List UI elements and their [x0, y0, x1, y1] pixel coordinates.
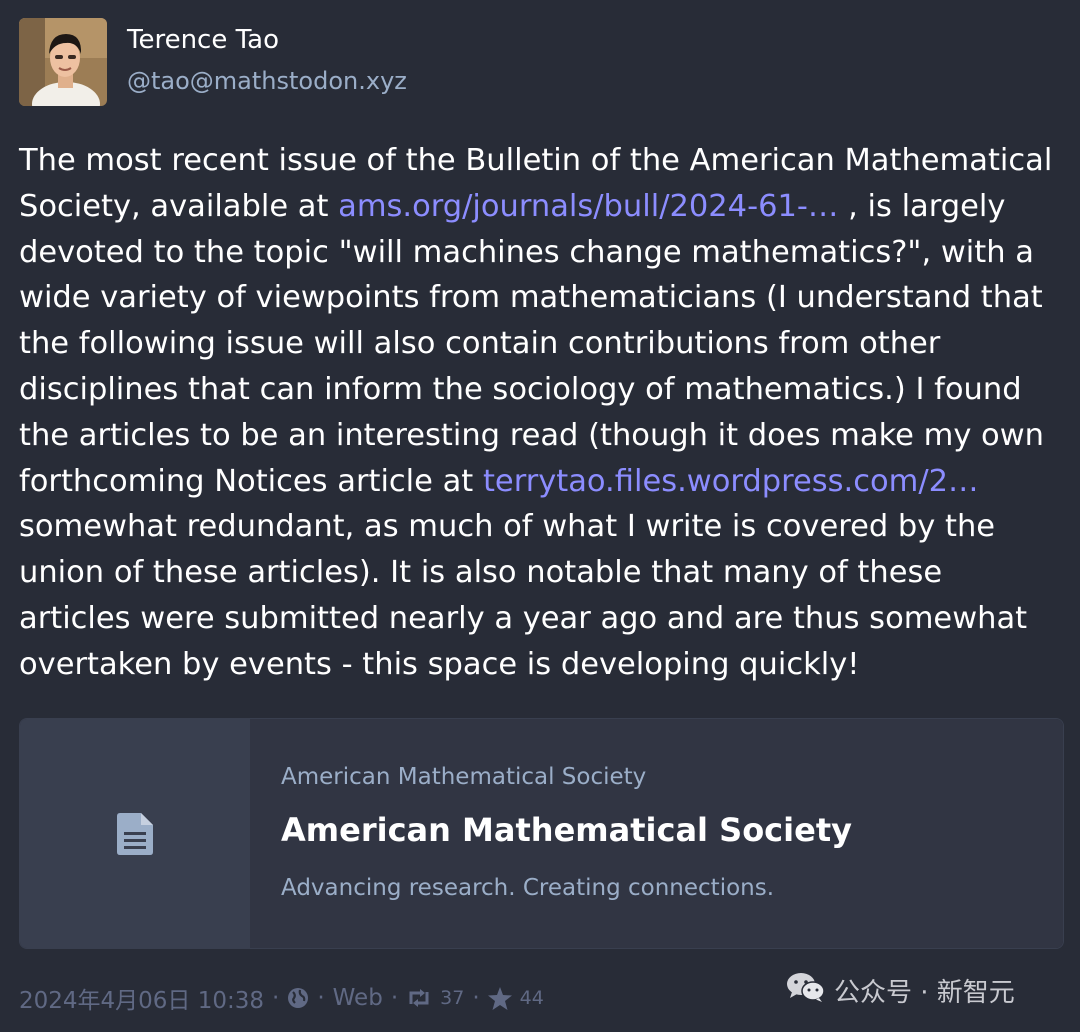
post-line: somewhat redundant, as much of what I wr… — [19, 504, 1064, 550]
post-line: overtaken by events - this space is deve… — [19, 642, 1064, 688]
card-body: American Mathematical Society American M… — [250, 719, 1063, 948]
wechat-icon — [786, 971, 826, 1010]
post-content: The most recent issue of the Bulletin of… — [19, 138, 1064, 688]
meta-separator: · — [472, 985, 480, 1011]
post-text: disciplines that can inform the sociolog… — [19, 371, 1022, 407]
post-line: devoted to the topic "will machines chan… — [19, 230, 1064, 276]
post-link[interactable]: ams.org/journals/bull/2024-61-… — [338, 189, 838, 224]
card-description: Advancing research. Creating connections… — [281, 875, 775, 901]
status-post: Terence Tao @tao@mathstodon.xyz The most… — [0, 0, 1080, 1032]
application-name: Web — [332, 985, 383, 1011]
timestamp[interactable]: 2024年4月06日 10:38 — [19, 981, 264, 1015]
post-text: The most recent issue of the Bulletin of… — [19, 143, 1053, 178]
post-text: overtaken by events - this space is deve… — [19, 646, 860, 682]
post-text: Society, available at — [19, 188, 339, 224]
post-text: the articles to be an interesting read (… — [19, 417, 1044, 453]
post-line: articles were submitted nearly a year ag… — [19, 596, 1064, 642]
post-text: wide variety of viewpoints from mathemat… — [19, 280, 1043, 316]
link-preview-card[interactable]: American Mathematical Society American M… — [19, 718, 1064, 949]
file-text-icon — [117, 812, 153, 855]
post-text: union of these articles). It is also not… — [19, 555, 943, 591]
watermark: 公众号 · 新智元 — [786, 968, 1015, 1012]
meta-separator: · — [317, 985, 325, 1011]
reblog-icon[interactable] — [406, 988, 432, 1008]
post-line: wide variety of viewpoints from mathemat… — [19, 275, 1064, 321]
post-text: forthcoming Notices article at — [19, 463, 483, 499]
meta-separator: · — [390, 985, 399, 1011]
meta-separator: · — [272, 985, 280, 1011]
avatar[interactable] — [19, 18, 107, 106]
post-text: devoted to the topic "will machines chan… — [19, 234, 1034, 270]
globe-icon — [287, 987, 309, 1009]
card-thumbnail — [20, 719, 250, 948]
display-name[interactable]: Terence Tao — [127, 24, 279, 56]
post-line: union of these articles). It is also not… — [19, 550, 1064, 596]
post-link[interactable]: terrytao.files.wordpress.com/2… — [483, 464, 979, 499]
reblog-count: 37 — [440, 987, 465, 1009]
card-title: American Mathematical Society — [281, 811, 852, 849]
favourite-count: 44 — [519, 987, 544, 1009]
post-line: forthcoming Notices article at terrytao.… — [19, 459, 1064, 505]
star-icon[interactable] — [487, 986, 512, 1010]
post-line: the articles to be an interesting read (… — [19, 413, 1064, 459]
post-text: articles were submitted nearly a year ag… — [19, 600, 1028, 636]
post-text: somewhat redundant, as much of what I wr… — [19, 509, 996, 545]
post-line: the following issue will also contain co… — [19, 321, 1064, 367]
card-provider: American Mathematical Society — [281, 764, 647, 790]
watermark-text: 公众号 · 新智元 — [834, 977, 1015, 1008]
post-text: , is largely — [838, 188, 1006, 224]
status-meta: 2024年4月06日 10:38 · · Web · 37 · 44 — [19, 982, 544, 1014]
person-portrait-icon — [19, 18, 107, 106]
account-handle[interactable]: @tao@mathstodon.xyz — [127, 66, 407, 96]
post-text: the following issue will also contain co… — [19, 326, 941, 362]
post-line: The most recent issue of the Bulletin of… — [19, 138, 1064, 184]
post-line: Society, available at ams.org/journals/b… — [19, 184, 1064, 230]
post-line: disciplines that can inform the sociolog… — [19, 367, 1064, 413]
